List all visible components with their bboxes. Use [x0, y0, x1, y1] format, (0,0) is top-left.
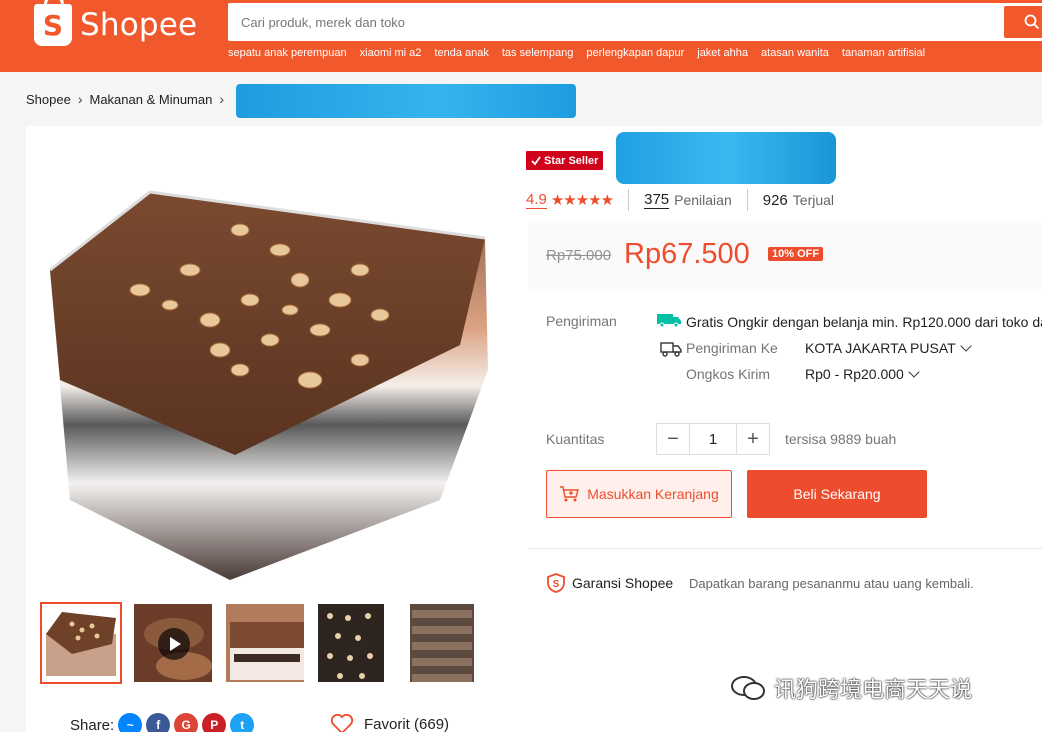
divider	[628, 189, 630, 211]
quantity-label: Kuantitas	[546, 431, 605, 447]
free-shipping-icon	[657, 314, 681, 328]
thumbnail[interactable]	[224, 602, 306, 684]
sold-label: Terjual	[792, 192, 835, 208]
twitter-icon[interactable]: t	[230, 713, 255, 732]
shipping-label: Pengiriman	[546, 313, 617, 329]
search-suggestions: sepatu anak perempuan xiaomi mi a2 tenda…	[228, 47, 925, 59]
thumbnail[interactable]	[408, 602, 490, 684]
watermark: 讯狗跨境电商天天说	[730, 672, 972, 704]
buy-now-button[interactable]: Beli Sekarang	[747, 470, 927, 518]
play-icon	[158, 628, 190, 660]
rating-value[interactable]: 4.9	[526, 191, 547, 209]
reviews-label: Penilaian	[674, 192, 732, 208]
thumbnail-strip	[40, 602, 490, 684]
svg-text:S: S	[553, 579, 560, 590]
chevron-down-icon	[908, 366, 920, 378]
shipping-cost-label: Ongkos Kirim	[686, 366, 771, 382]
divider	[528, 548, 1042, 549]
shopee-guarantee[interactable]: S Garansi Shopee	[546, 573, 673, 593]
heart-icon	[330, 713, 354, 732]
add-to-cart-button[interactable]: Masukkan Keranjang	[546, 470, 732, 518]
guarantee-description: Dapatkan barang pesananmu atau uang kemb…	[689, 576, 974, 591]
pinterest-icon[interactable]: P	[202, 713, 227, 732]
top-header: S Shopee sepatu anak perempuan xiaomi mi…	[0, 0, 1042, 72]
check-icon	[531, 155, 541, 165]
breadcrumb-category[interactable]: Makanan & Minuman	[90, 92, 213, 107]
thumbnail-video[interactable]	[132, 602, 214, 684]
shipping-cost-dropdown[interactable]: Rp0 - Rp20.000	[805, 366, 920, 382]
facebook-icon[interactable]: f	[146, 713, 171, 732]
search-bar	[228, 3, 1042, 41]
current-price: Rp67.500	[624, 238, 750, 270]
breadcrumb: Shopee › Makanan & Minuman ›	[26, 91, 224, 107]
search-button[interactable]	[1004, 6, 1042, 38]
divider	[746, 189, 748, 211]
reviews-count[interactable]: 375	[644, 191, 670, 209]
thumbnail[interactable]	[316, 602, 398, 684]
price-box: Rp75.000 Rp67.500 10% OFF	[528, 221, 1042, 289]
cart-plus-icon	[560, 486, 580, 502]
suggestion-link[interactable]: tenda anak	[434, 47, 488, 59]
suggestion-link[interactable]: tanaman artifisial	[842, 47, 925, 59]
breadcrumb-home[interactable]: Shopee	[26, 92, 71, 107]
wechat-icon	[731, 676, 765, 700]
star-seller-badge: Star Seller	[526, 151, 604, 170]
free-shipping-text: Gratis Ongkir dengan belanja min. Rp120.…	[686, 314, 1042, 330]
shopee-bag-icon: S	[34, 0, 72, 46]
share-row: Share: ~ f G P t	[70, 713, 255, 732]
suggestion-link[interactable]: tas selempang	[502, 47, 574, 59]
truck-icon	[660, 342, 682, 357]
quantity-stepper: − 1 +	[656, 423, 770, 455]
chevron-down-icon	[960, 340, 972, 352]
redacted-breadcrumb	[236, 84, 576, 118]
shield-icon: S	[547, 573, 565, 593]
chevron-right-icon: ›	[77, 91, 83, 107]
discount-badge: 10% OFF	[768, 247, 824, 261]
shopee-logo[interactable]: S Shopee	[34, 0, 198, 48]
logo-text: Shopee	[80, 7, 198, 43]
messenger-icon[interactable]: ~	[118, 713, 143, 732]
star-rating-icon: ★★★★★	[550, 192, 614, 209]
share-label: Share:	[70, 716, 115, 732]
favorite-button[interactable]: Favorit (669)	[330, 713, 449, 732]
sold-count: 926	[762, 191, 788, 209]
suggestion-link[interactable]: sepatu anak perempuan	[228, 47, 347, 59]
google-plus-icon[interactable]: G	[174, 713, 199, 732]
search-icon	[1024, 14, 1040, 30]
favorite-count: Favorit (669)	[364, 715, 450, 732]
ship-to-label: Pengiriman Ke	[686, 340, 778, 356]
rating-row: 4.9 ★★★★★ 375 Penilaian 926 Terjual	[526, 189, 834, 211]
quantity-input[interactable]: 1	[689, 424, 737, 454]
redacted-product-title	[616, 132, 836, 184]
increase-button[interactable]: +	[737, 424, 769, 454]
suggestion-link[interactable]: jaket ahha	[697, 47, 748, 59]
stock-remaining: tersisa 9889 buah	[785, 431, 897, 447]
original-price: Rp75.000	[546, 247, 612, 264]
thumbnail[interactable]	[40, 602, 122, 684]
chevron-right-icon: ›	[219, 91, 225, 107]
search-input[interactable]	[228, 3, 1004, 41]
suggestion-link[interactable]: xiaomi mi a2	[360, 47, 422, 59]
suggestion-link[interactable]: perlengkapan dapur	[586, 47, 684, 59]
ship-to-dropdown[interactable]: KOTA JAKARTA PUSAT	[805, 340, 972, 356]
suggestion-link[interactable]: atasan wanita	[761, 47, 829, 59]
decrease-button[interactable]: −	[657, 424, 689, 454]
product-main-image[interactable]	[40, 170, 492, 592]
